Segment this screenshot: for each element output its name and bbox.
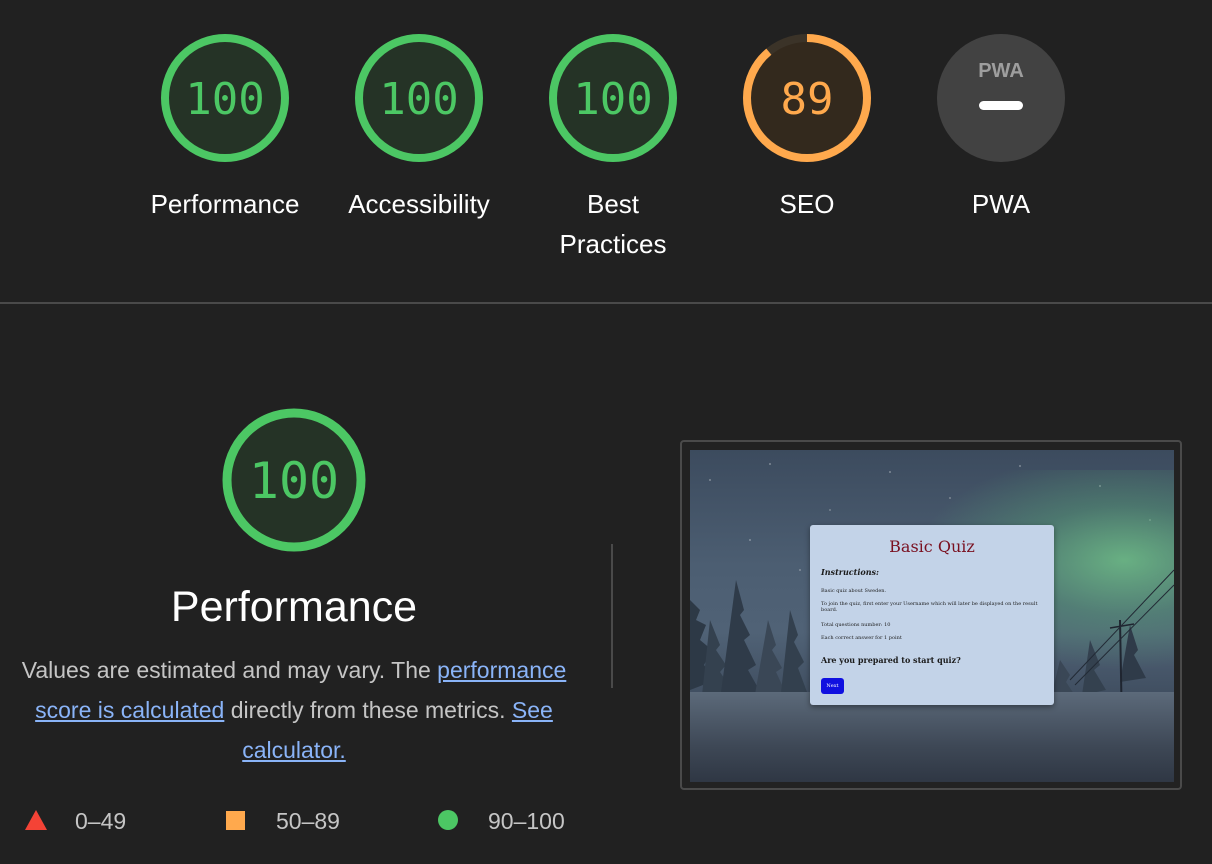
- gauge-best-practices[interactable]: 100 Best Practices: [516, 32, 710, 264]
- category-gauges: 100 Performance 100 Accessibility 100 Be…: [0, 0, 1212, 302]
- legend-range: 0–49: [75, 808, 127, 834]
- performance-gauge: 100: [220, 406, 368, 559]
- triangle-icon: [25, 810, 47, 830]
- legend-range: 90–100: [488, 808, 565, 834]
- final-screenshot-frame[interactable]: Basic Quiz Instructions: Basic quiz abou…: [680, 440, 1182, 790]
- dash-icon: [979, 101, 1023, 110]
- vertical-divider: [611, 544, 613, 688]
- gauge-label: Accessibility: [348, 189, 490, 219]
- description-text: Values are estimated and may vary. The: [21, 657, 438, 683]
- gauge-accessibility[interactable]: 100 Accessibility: [322, 32, 516, 224]
- score-legend: 0–49 50–89 90–100: [0, 800, 600, 844]
- quiz-line: Each correct answer for 1 point: [821, 635, 902, 641]
- gauge-seo[interactable]: 89 SEO: [710, 32, 904, 224]
- pwa-badge-text: PWA: [978, 60, 1024, 82]
- quiz-card: Basic Quiz Instructions: Basic quiz abou…: [810, 525, 1054, 705]
- score-value: 100: [573, 74, 652, 125]
- gauge-performance[interactable]: 100 Performance: [128, 32, 322, 224]
- performance-title: Performance: [170, 583, 418, 631]
- quiz-next-button: Next: [821, 678, 844, 694]
- section-divider: [0, 302, 1212, 304]
- score-ring: 100: [355, 34, 483, 162]
- square-icon: [226, 811, 245, 830]
- gauge-label: Best Practices: [559, 189, 667, 259]
- score-ring: 100: [222, 408, 366, 552]
- gauge-pwa[interactable]: PWA PWA: [904, 32, 1098, 224]
- page-screenshot: Basic Quiz Instructions: Basic quiz abou…: [690, 450, 1174, 782]
- score-ring: 100: [161, 34, 289, 162]
- quiz-line: Total questions number: 10: [821, 622, 891, 628]
- legend-range: 50–89: [276, 808, 340, 834]
- description-text: directly from these metrics.: [224, 697, 512, 723]
- gauge-label: Performance: [150, 189, 300, 219]
- pwa-badge-icon: PWA: [937, 34, 1065, 162]
- gauge-label: PWA: [971, 189, 1031, 219]
- score-ring: 100: [549, 34, 677, 162]
- quiz-line: To join the quiz, first enter your Usern…: [821, 601, 1038, 613]
- score-value: 100: [185, 74, 264, 125]
- quiz-line: Basic quiz about Sweden.: [821, 588, 887, 594]
- performance-description: Values are estimated and may vary. The p…: [0, 650, 588, 770]
- gauge-label: SEO: [779, 189, 835, 219]
- score-value: 100: [379, 74, 458, 125]
- score-value: 89: [781, 74, 834, 125]
- lighthouse-report: 100 Performance 100 Accessibility 100 Be…: [0, 0, 1212, 864]
- circle-icon: [438, 810, 458, 830]
- quiz-title: Basic Quiz: [889, 537, 975, 556]
- quiz-instructions-heading: Instructions:: [821, 567, 880, 577]
- score-value: 100: [249, 452, 339, 510]
- quiz-question: Are you prepared to start quiz?: [821, 655, 961, 665]
- score-ring: 89: [743, 34, 871, 162]
- snowy-road: [690, 692, 1174, 782]
